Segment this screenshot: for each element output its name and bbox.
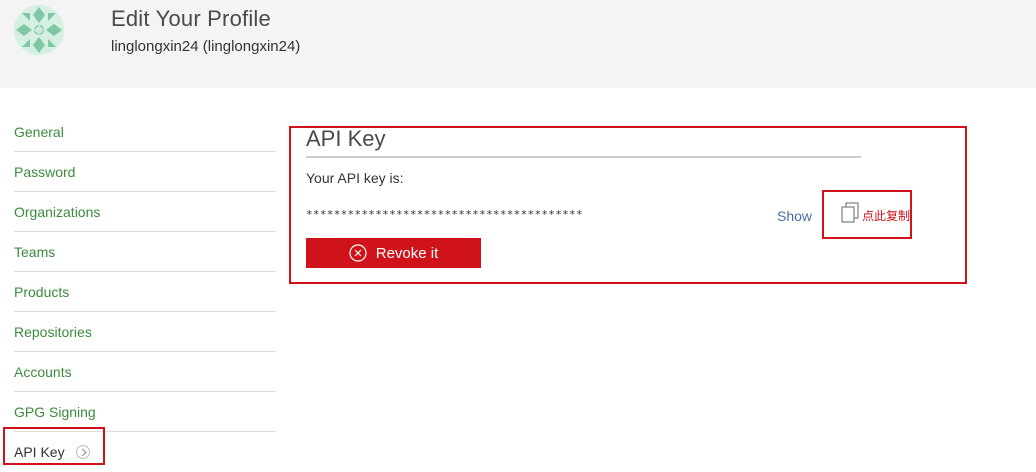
sidebar-item-password[interactable]: Password (14, 152, 276, 192)
page-title: Edit Your Profile (111, 6, 271, 31)
revoke-label: Revoke it (375, 244, 439, 262)
api-key-label: Your API key is: (306, 170, 404, 186)
avatar (14, 5, 64, 55)
copy-button[interactable]: 点此复制 (840, 202, 911, 229)
sidebar-item-label: Accounts (14, 364, 72, 380)
sidebar-item-label: General (14, 124, 64, 140)
close-circle-icon (349, 244, 367, 262)
copy-label: 点此复制 (862, 208, 911, 223)
sidebar-item-label: Organizations (14, 204, 101, 220)
sidebar-item-general[interactable]: General (14, 112, 276, 152)
settings-sidebar: General Password Organizations Teams Pro… (14, 112, 276, 472)
username: linglongxin24 (linglongxin24) (111, 38, 301, 55)
sidebar-item-products[interactable]: Products (14, 272, 276, 312)
api-key-value: **************************************** (306, 208, 583, 221)
sidebar-item-repositories[interactable]: Repositories (14, 312, 276, 352)
sidebar-item-teams[interactable]: Teams (14, 232, 276, 272)
copy-icon (840, 202, 860, 229)
sidebar-item-label: Password (14, 164, 76, 180)
section-divider (306, 156, 861, 158)
profile-header: Edit Your Profile linglongxin24 (linglon… (0, 0, 1036, 88)
sidebar-item-gpg-signing[interactable]: GPG Signing (14, 392, 276, 432)
section-title: API Key (306, 126, 386, 151)
sidebar-item-label: Products (14, 284, 70, 300)
revoke-button[interactable]: Revoke it (306, 238, 481, 268)
active-item-highlight (3, 427, 105, 465)
sidebar-item-label: Teams (14, 244, 56, 260)
show-key-link[interactable]: Show (777, 208, 812, 224)
sidebar-item-label: Repositories (14, 324, 92, 340)
sidebar-item-organizations[interactable]: Organizations (14, 192, 276, 232)
sidebar-item-accounts[interactable]: Accounts (14, 352, 276, 392)
sidebar-item-label: GPG Signing (14, 404, 96, 420)
